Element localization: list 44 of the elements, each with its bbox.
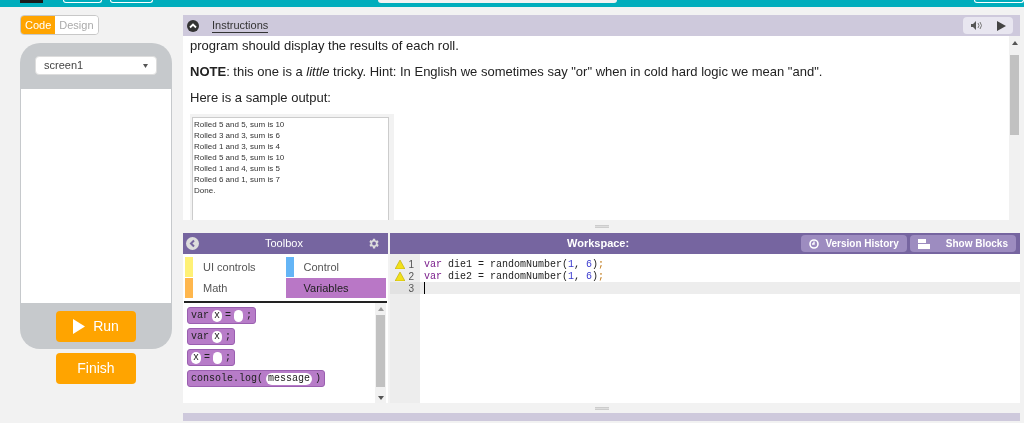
output-line: Rolled 1 and 4, sum is 5 — [194, 163, 280, 174]
code-line: var die2 = randomNumber(1, 6); — [424, 269, 605, 284]
text-cursor — [424, 282, 425, 294]
caret-icon — [143, 63, 148, 68]
scrollbar-thumb[interactable] — [376, 315, 385, 387]
category-item[interactable]: Control — [285, 257, 386, 277]
speaker-icon[interactable] — [970, 21, 982, 30]
code-line: var die1 = randomNumber(1, 6); — [424, 257, 605, 271]
code-block[interactable]: console.log( message ) — [187, 370, 326, 387]
collapse-icon[interactable] — [187, 19, 199, 32]
logo-icon — [20, 0, 44, 3]
play-icon[interactable] — [996, 20, 1006, 31]
settings-icon[interactable] — [367, 237, 380, 250]
category-item[interactable]: UI controls — [185, 257, 286, 277]
code-block[interactable]: var x ; — [187, 328, 236, 345]
line-number: 1 — [408, 257, 414, 272]
scroll-down-icon[interactable] — [377, 396, 384, 400]
code-block[interactable]: x = ; — [187, 349, 236, 366]
category-item[interactable]: Math — [185, 278, 286, 298]
code-block[interactable]: var x = ; — [187, 307, 257, 324]
play-icon — [73, 319, 86, 334]
scroll-up-icon[interactable] — [1011, 41, 1018, 45]
clock-icon — [809, 238, 820, 249]
resize-handle[interactable] — [594, 406, 609, 410]
instruction-text: NOTE: this one is a little tricky. Hint: In English we sometimes say "or" when in cold hard logic we mean "and". — [190, 64, 824, 80]
line-number: 2 — [408, 269, 414, 284]
resize-handle[interactable] — [594, 225, 609, 228]
blocks-icon — [917, 238, 930, 249]
output-line: Rolled 1 and 3, sum is 4 — [194, 141, 280, 152]
output-line: Done. — [194, 185, 216, 196]
instructions-title[interactable]: Instructions — [212, 18, 269, 33]
screen-dropdown[interactable]: screen1 — [35, 56, 157, 75]
instruction-text: program should display the results of each roll. — [190, 38, 460, 54]
output-line: Rolled 5 and 5, sum is 10 — [194, 152, 285, 163]
line-number: 3 — [408, 281, 414, 296]
toolbox-title: Toolbox — [265, 236, 303, 252]
scrollbar[interactable] — [375, 303, 386, 403]
output-line: Rolled 6 and 1, sum is 7 — [194, 174, 280, 185]
instruction-text: Here is a sample output: — [190, 90, 332, 106]
workspace-title: Workspace: — [567, 236, 630, 252]
output-line: Rolled 5 and 5, sum is 10 — [194, 119, 285, 130]
output-line: Rolled 3 and 3, sum is 6 — [194, 130, 280, 141]
scrollbar-thumb[interactable] — [1010, 55, 1019, 135]
back-icon[interactable] — [186, 237, 199, 250]
